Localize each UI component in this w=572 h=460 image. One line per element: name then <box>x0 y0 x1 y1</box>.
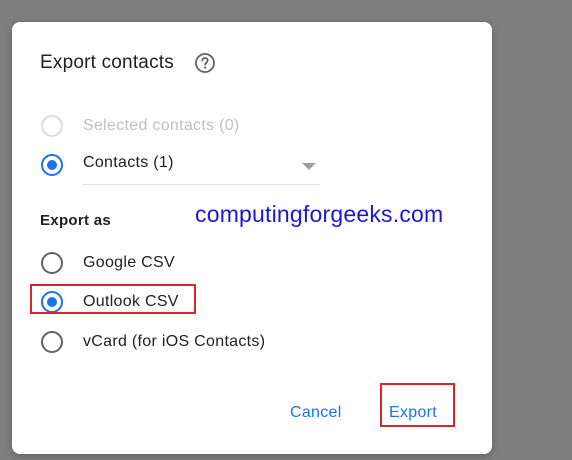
radio-unchecked-icon[interactable] <box>40 251 64 275</box>
annotation-highlight-export <box>380 383 455 427</box>
dropdown-selected-value: Contacts (1) <box>83 154 174 171</box>
cancel-button[interactable]: Cancel <box>290 404 342 422</box>
radio-contacts[interactable] <box>40 153 64 177</box>
watermark-text: computingforgeeks.com <box>195 201 444 227</box>
radio-label: Selected contacts (0) <box>83 117 240 134</box>
dialog-header: Export contacts <box>40 52 216 74</box>
annotation-highlight-outlook <box>30 284 196 314</box>
radio-unchecked-disabled-icon <box>40 114 64 138</box>
radio-label: vCard (for iOS Contacts) <box>83 333 266 350</box>
radio-checked-icon[interactable] <box>40 153 64 177</box>
contacts-dropdown[interactable]: Contacts (1) <box>82 150 320 185</box>
export-as-label: Export as <box>40 212 112 229</box>
radio-unchecked-icon[interactable] <box>40 330 64 354</box>
radio-selected-contacts: Selected contacts (0) <box>40 114 240 138</box>
radio-google-csv[interactable]: Google CSV <box>40 251 175 275</box>
dialog-title: Export contacts <box>40 52 174 73</box>
radio-vcard[interactable]: vCard (for iOS Contacts) <box>40 330 265 354</box>
help-circle-icon[interactable] <box>194 52 216 74</box>
radio-label: Google CSV <box>83 254 175 271</box>
dropdown-arrow-icon <box>302 163 316 170</box>
